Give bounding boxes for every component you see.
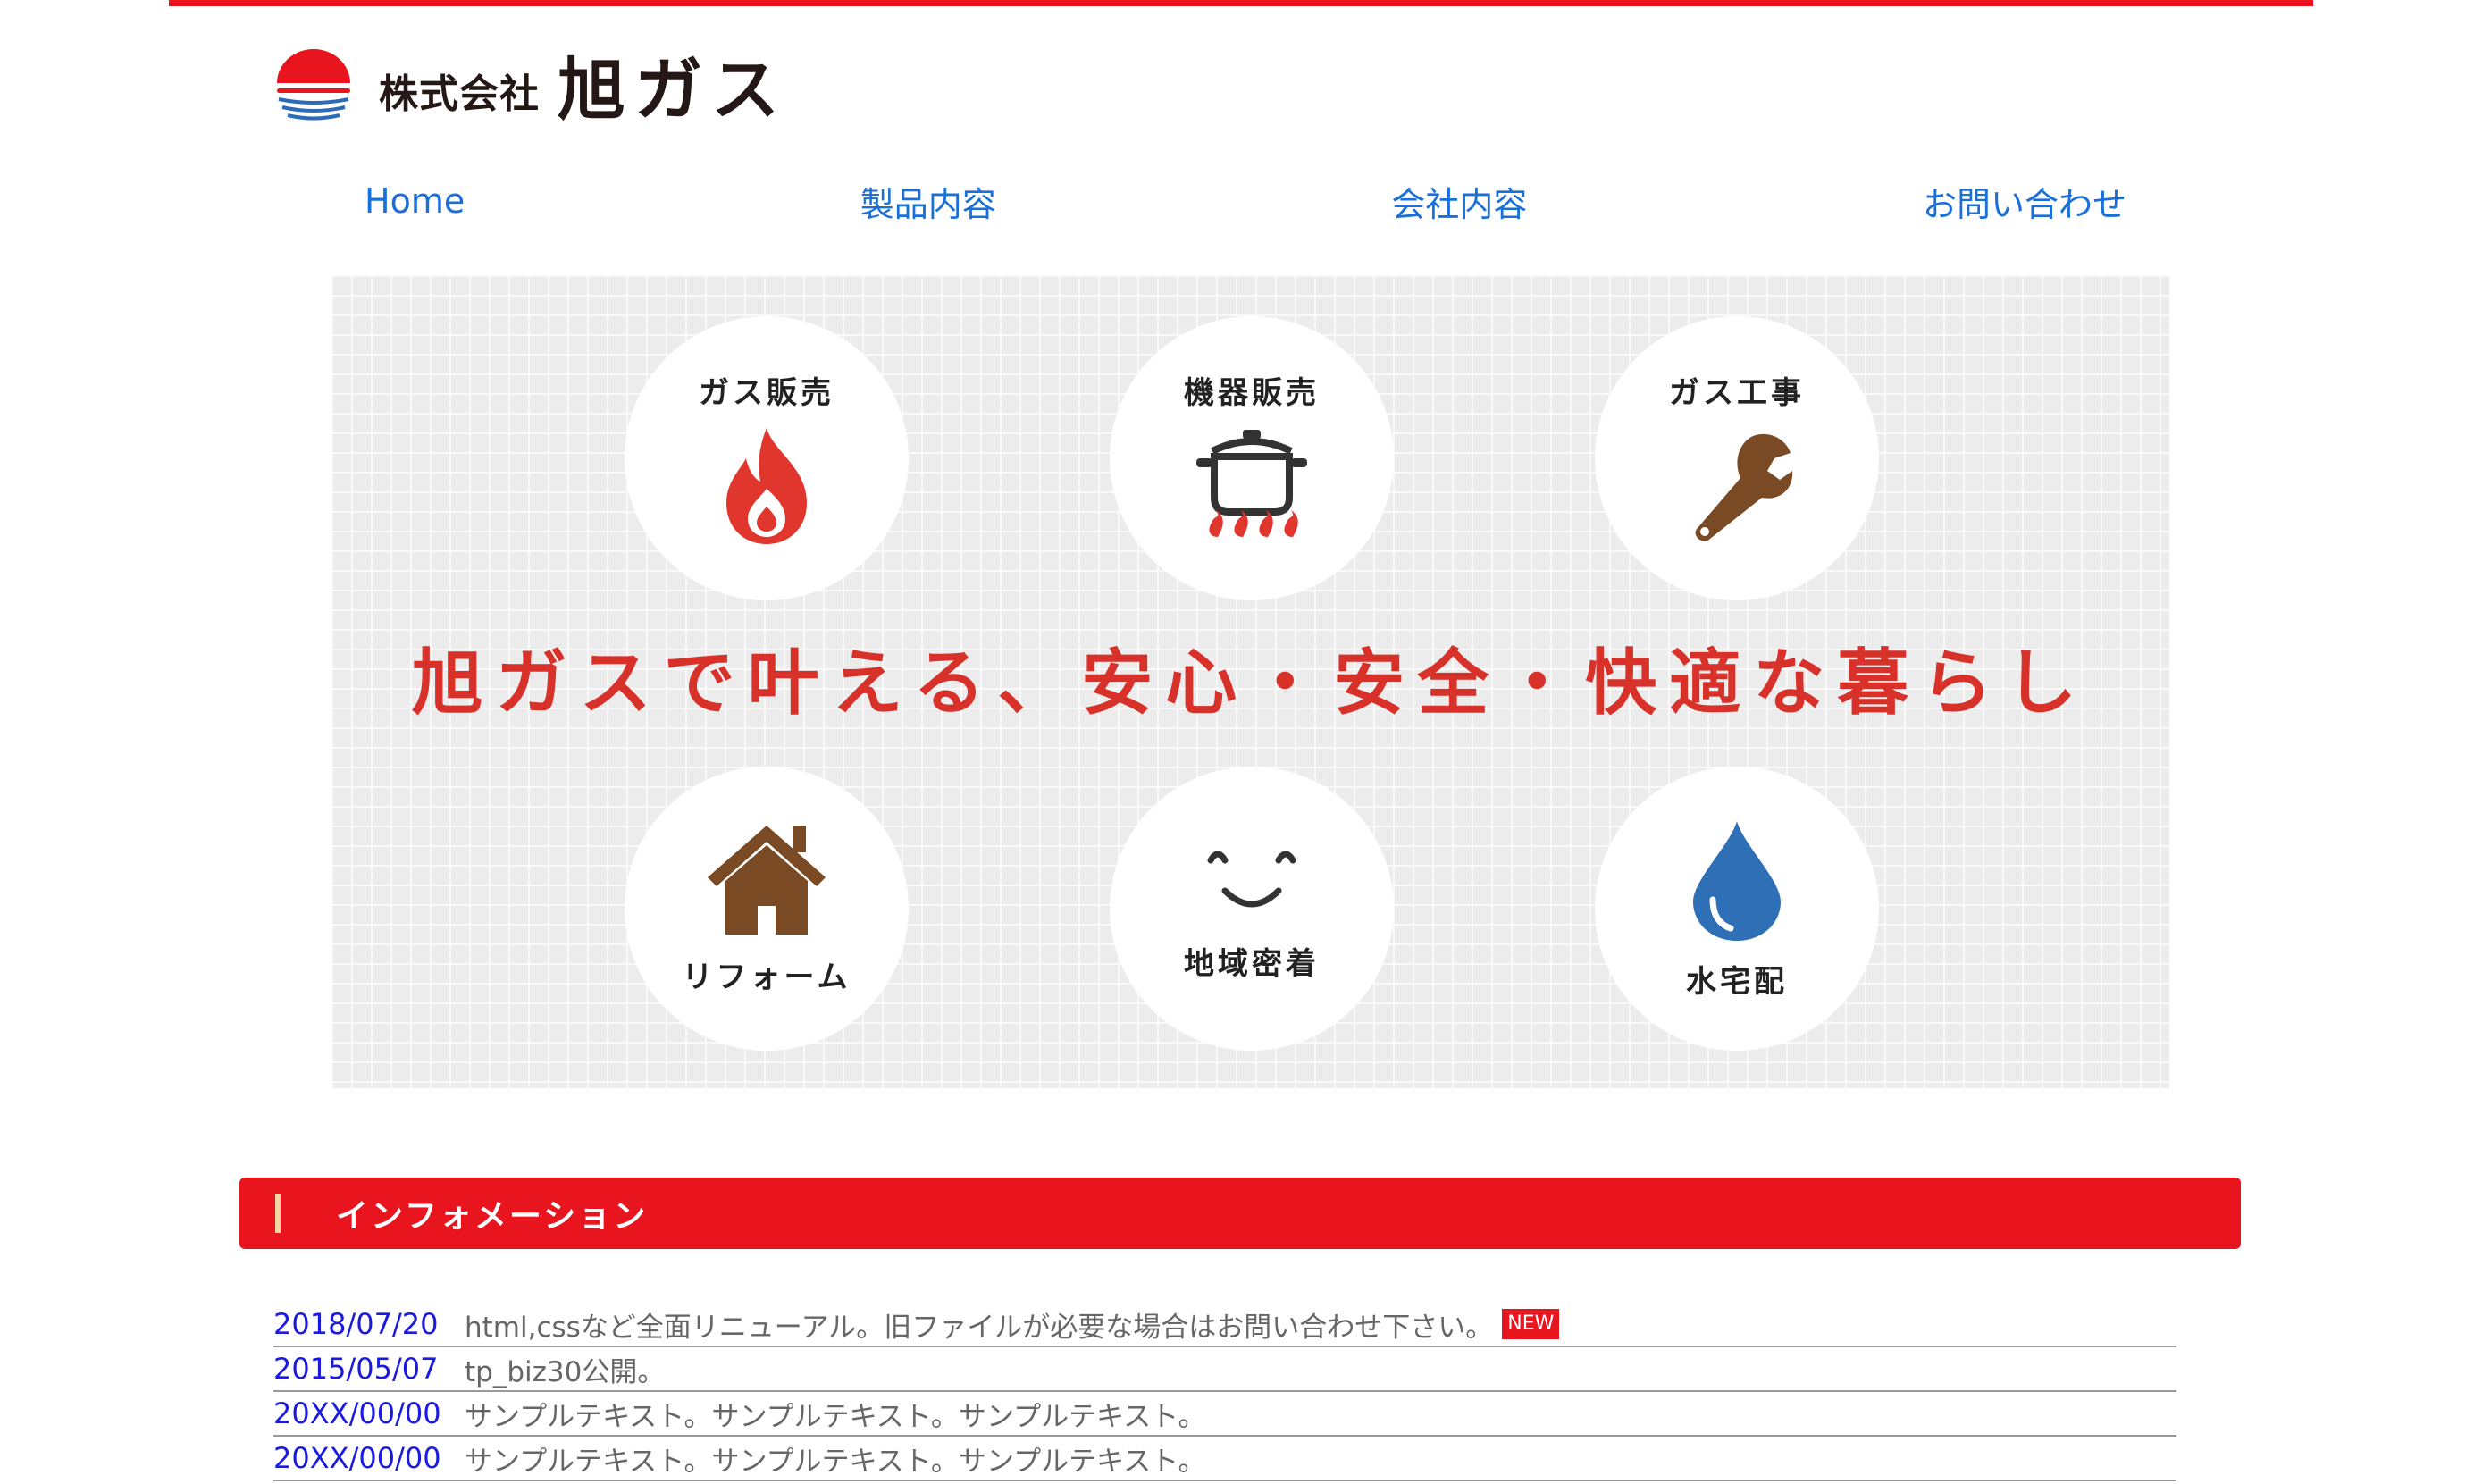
information-header: インフォメーション [239, 1178, 2241, 1249]
news-item: 20XX/00/00 サンプルテキスト。サンプルテキスト。サンプルテキスト。 [273, 1392, 2176, 1437]
service-label: ガス販売 [699, 374, 834, 411]
hero-banner: ガス販売 機器販売 ガス工事 旭ガスで叶える、安心・安全・快適な暮らし リフォー… [331, 275, 2169, 1088]
news-list: 2018/07/20 html,cssなど全面リニューアル。旧ファイルが必要な場… [273, 1303, 2176, 1481]
service-reform[interactable]: リフォーム [625, 767, 909, 1051]
pot-on-stove-icon [1196, 429, 1307, 537]
news-date: 20XX/00/00 [273, 1441, 441, 1475]
hero-catchphrase: 旭ガスで叶える、安心・安全・快適な暮らし [411, 641, 2090, 725]
news-text: サンプルテキスト。サンプルテキスト。サンプルテキスト。 [465, 1400, 1206, 1433]
service-gas-construction[interactable]: ガス工事 [1595, 316, 1879, 600]
news-text: サンプルテキスト。サンプルテキスト。サンプルテキスト。 [465, 1445, 1206, 1478]
logo-company-type: 株式会社 [379, 71, 540, 117]
news-date: 2018/07/20 [273, 1307, 439, 1341]
header-accent-line [275, 1194, 281, 1233]
house-icon [708, 825, 826, 935]
service-label: リフォーム [682, 959, 851, 995]
nav-contact[interactable]: お問い合わせ [1923, 177, 2126, 226]
news-item: 2018/07/20 html,cssなど全面リニューアル。旧ファイルが必要な場… [273, 1303, 2176, 1347]
service-community[interactable]: 地域密着 [1110, 767, 1394, 1051]
service-label: 地域密着 [1184, 945, 1320, 982]
service-label: 機器販売 [1184, 374, 1320, 411]
top-accent-bar [169, 0, 2313, 6]
service-label: 水宅配 [1686, 963, 1788, 1000]
news-date: 2015/05/07 [273, 1352, 439, 1386]
nav-home[interactable]: Home [365, 181, 465, 221]
news-item: 20XX/00/00 サンプルテキスト。サンプルテキスト。サンプルテキスト。 [273, 1437, 2176, 1481]
service-equipment-sales[interactable]: 機器販売 [1110, 316, 1394, 600]
news-text: tp_biz30公開。 [465, 1355, 666, 1388]
nav-company[interactable]: 会社内容 [1391, 177, 1527, 226]
sun-wave-logo-icon [277, 49, 350, 121]
news-item: 2015/05/07 tp_biz30公開。 [273, 1347, 2176, 1392]
wrench-icon [1695, 433, 1793, 541]
news-date: 20XX/00/00 [273, 1396, 441, 1430]
nav-products[interactable]: 製品内容 [860, 177, 996, 226]
service-gas-sales[interactable]: ガス販売 [625, 316, 909, 600]
water-drop-icon [1693, 820, 1781, 941]
site-logo[interactable]: 株式会社 旭ガス [273, 39, 788, 130]
news-text: html,cssなど全面リニューアル。旧ファイルが必要な場合はお問い合わせ下さい… [465, 1311, 1494, 1344]
smile-icon [1207, 851, 1296, 907]
flame-icon [726, 427, 807, 544]
service-water-delivery[interactable]: 水宅配 [1595, 767, 1879, 1051]
main-nav: Home 製品内容 会社内容 お問い合わせ [272, 170, 2201, 232]
service-label: ガス工事 [1669, 374, 1805, 411]
logo-company-name: 旭ガス [558, 50, 788, 130]
information-title: インフォメーション [336, 1198, 649, 1235]
new-badge: NEW [1502, 1309, 1560, 1339]
